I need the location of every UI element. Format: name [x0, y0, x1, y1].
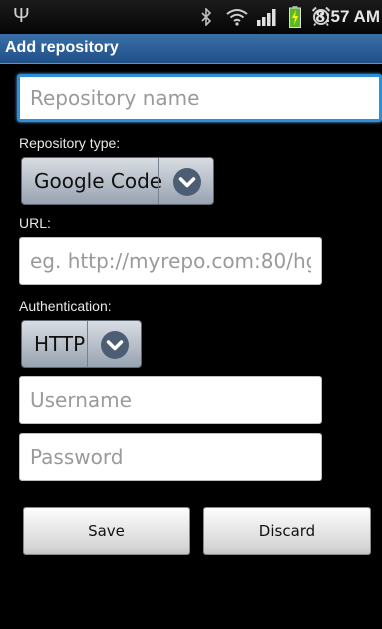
- signal-icon: [257, 9, 276, 26]
- discard-button[interactable]: Discard: [203, 507, 371, 555]
- repository-type-value: Google Code: [34, 169, 163, 193]
- chevron-down-icon: [101, 331, 129, 359]
- status-bar: Ψ 8:57 AM: [0, 0, 382, 34]
- spinner-divider: [158, 158, 159, 204]
- battery-charging-icon: [289, 6, 301, 28]
- title-bar: Add repository: [0, 34, 382, 64]
- password-input[interactable]: [19, 433, 322, 481]
- spinner-divider: [87, 321, 88, 367]
- username-input[interactable]: [19, 376, 322, 424]
- chevron-down-icon: [173, 168, 201, 196]
- repository-type-spinner[interactable]: Google Code: [21, 157, 214, 205]
- authentication-label: Authentication:: [19, 298, 112, 314]
- url-label: URL:: [19, 215, 51, 231]
- save-button[interactable]: Save: [23, 507, 190, 555]
- usb-icon: Ψ: [13, 5, 30, 27]
- bluetooth-icon: [201, 8, 212, 26]
- authentication-spinner[interactable]: HTTP: [21, 320, 142, 368]
- url-input[interactable]: [19, 237, 322, 285]
- page-title: Add repository: [5, 39, 119, 56]
- repository-type-label: Repository type:: [19, 135, 121, 151]
- status-time: 8:57 AM: [315, 7, 380, 26]
- authentication-value: HTTP: [34, 332, 86, 356]
- repository-name-input[interactable]: [17, 74, 382, 122]
- wifi-icon: [226, 9, 248, 26]
